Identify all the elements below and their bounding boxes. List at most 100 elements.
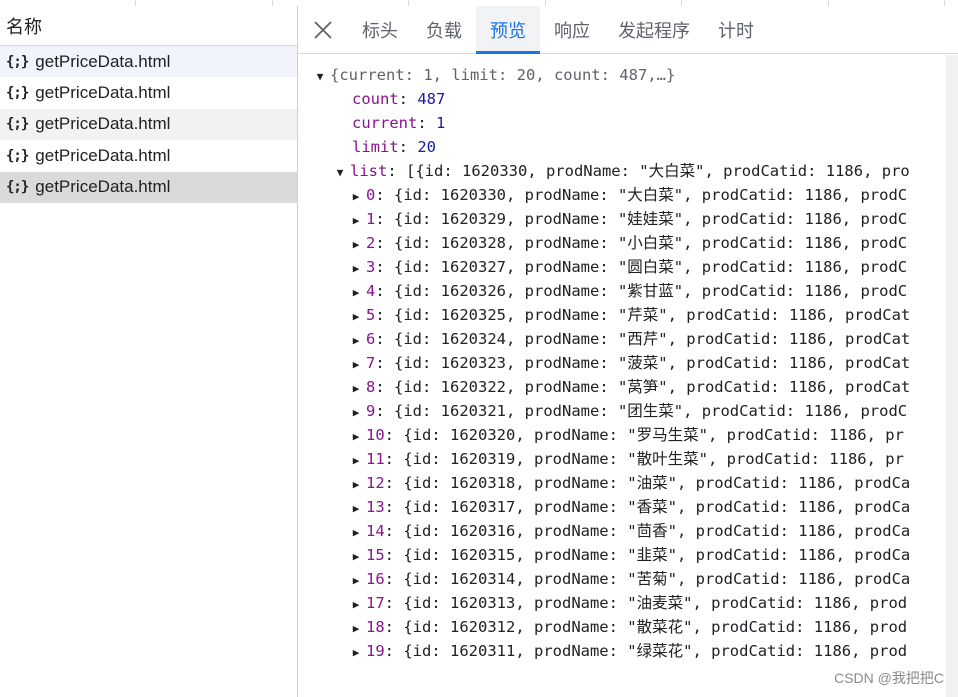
item-index: 4 bbox=[366, 282, 376, 300]
item-summary: {id: 1620324, prodName: "西芹", prodCatid:… bbox=[394, 330, 911, 348]
item-index: 1 bbox=[366, 210, 376, 228]
item-index: 9 bbox=[366, 402, 376, 420]
json-list-item-row[interactable]: ▶ 9: {id: 1620321, prodName: "团生菜", prodC… bbox=[348, 399, 907, 423]
watermark: CSDN @我把把C bbox=[834, 670, 944, 686]
json-list-item-row[interactable]: ▶ 5: {id: 1620325, prodName: "芹菜", prodCa… bbox=[348, 303, 911, 329]
json-list-item-row[interactable]: ▶ 13: {id: 1620317, prodName: "香菜", prodC… bbox=[348, 495, 911, 521]
expanded-triangle-icon[interactable]: ▼ bbox=[312, 65, 328, 89]
json-list-item-row[interactable]: ▶ 4: {id: 1620326, prodName: "紫甘蓝", prodC… bbox=[348, 279, 907, 303]
json-list-item-row[interactable]: ▶ 16: {id: 1620314, prodName: "苦菊", prodC… bbox=[348, 567, 911, 593]
item-summary: {id: 1620313, prodName: "油麦菜", prodCatid… bbox=[403, 594, 908, 612]
json-root-row[interactable]: ▼ {current: 1, limit: 20, count: 487,…} bbox=[312, 63, 676, 89]
item-index: 5 bbox=[366, 306, 376, 324]
collapsed-triangle-icon[interactable]: ▶ bbox=[348, 209, 364, 233]
json-row-list[interactable]: ▼ list: [{id: 1620330, prodName: "大白菜", p… bbox=[332, 159, 910, 183]
name-column-header[interactable]: 名称 bbox=[0, 6, 297, 46]
key-separator: : bbox=[384, 570, 404, 588]
tab-initiator[interactable]: 发起程序 bbox=[604, 6, 704, 54]
tab-timing[interactable]: 计时 bbox=[704, 6, 768, 54]
collapsed-triangle-icon[interactable]: ▶ bbox=[348, 401, 364, 425]
json-file-icon: {;} bbox=[6, 116, 29, 133]
key-separator: : bbox=[375, 330, 395, 348]
collapsed-triangle-icon[interactable]: ▶ bbox=[348, 617, 364, 641]
item-index: 16 bbox=[366, 570, 385, 588]
expanded-triangle-icon[interactable]: ▼ bbox=[332, 161, 348, 185]
item-summary: {id: 1620311, prodName: "绿菜花", prodCatid… bbox=[403, 642, 908, 660]
json-list-item-row[interactable]: ▶ 12: {id: 1620318, prodName: "油菜", prodC… bbox=[348, 471, 911, 497]
request-item[interactable]: {;} getPriceData.html bbox=[0, 108, 297, 141]
key-separator: : bbox=[375, 210, 395, 228]
item-summary: {id: 1620322, prodName: "莴笋", prodCatid:… bbox=[394, 378, 911, 396]
json-list-item-row[interactable]: ▶ 15: {id: 1620315, prodName: "韭菜", prodC… bbox=[348, 543, 911, 569]
json-list-item-row[interactable]: ▶ 11: {id: 1620319, prodName: "散叶生菜", pro… bbox=[348, 447, 904, 471]
item-summary: {id: 1620326, prodName: "紫甘蓝", prodCatid… bbox=[394, 282, 908, 300]
key-separator: : bbox=[384, 522, 404, 540]
item-summary: {id: 1620317, prodName: "香菜", prodCatid:… bbox=[403, 498, 911, 516]
request-name: getPriceData.html bbox=[35, 114, 171, 134]
key-separator: : bbox=[384, 546, 404, 564]
item-summary: {id: 1620314, prodName: "苦菊", prodCatid:… bbox=[403, 570, 911, 588]
json-list-item-row[interactable]: ▶ 10: {id: 1620320, prodName: "罗马生菜", pro… bbox=[348, 423, 904, 447]
item-index: 3 bbox=[366, 258, 376, 276]
json-list-item-row[interactable]: ▶ 18: {id: 1620312, prodName: "散菜花", prod… bbox=[348, 615, 907, 639]
collapsed-triangle-icon[interactable]: ▶ bbox=[348, 497, 364, 521]
json-list-item-row[interactable]: ▶ 0: {id: 1620330, prodName: "大白菜", prodC… bbox=[348, 183, 907, 207]
request-item[interactable]: {;} getPriceData.html bbox=[0, 46, 297, 78]
collapsed-triangle-icon[interactable]: ▶ bbox=[348, 449, 364, 473]
collapsed-triangle-icon[interactable]: ▶ bbox=[348, 545, 364, 569]
request-name: getPriceData.html bbox=[35, 177, 171, 197]
json-list-item-row[interactable]: ▶ 2: {id: 1620328, prodName: "小白菜", prodC… bbox=[348, 231, 907, 255]
request-item[interactable]: {;} getPriceData.html bbox=[0, 77, 297, 108]
item-summary: {id: 1620323, prodName: "菠菜", prodCatid:… bbox=[394, 354, 911, 372]
key-separator: : bbox=[375, 378, 395, 396]
json-row-count: count: 487 bbox=[352, 90, 446, 108]
key-separator: : bbox=[384, 594, 404, 612]
item-summary: {id: 1620315, prodName: "韭菜", prodCatid:… bbox=[403, 546, 911, 564]
json-list-item-row[interactable]: ▶ 8: {id: 1620322, prodName: "莴笋", prodCa… bbox=[348, 375, 911, 401]
request-item-selected[interactable]: {;} getPriceData.html bbox=[0, 171, 297, 203]
json-list-item-row[interactable]: ▶ 19: {id: 1620311, prodName: "绿菜花", prod… bbox=[348, 639, 907, 663]
tab-payload[interactable]: 负载 bbox=[412, 6, 476, 54]
vertical-scrollbar[interactable] bbox=[946, 55, 958, 697]
item-index: 11 bbox=[366, 450, 385, 468]
close-icon[interactable] bbox=[298, 6, 348, 54]
item-index: 2 bbox=[366, 234, 376, 252]
collapsed-triangle-icon[interactable]: ▶ bbox=[348, 329, 364, 353]
collapsed-triangle-icon[interactable]: ▶ bbox=[348, 473, 364, 497]
item-index: 15 bbox=[366, 546, 385, 564]
json-file-icon: {;} bbox=[6, 85, 29, 102]
json-file-icon: {;} bbox=[6, 53, 29, 70]
item-summary: {id: 1620321, prodName: "团生菜", prodCatid… bbox=[394, 402, 908, 420]
collapsed-triangle-icon[interactable]: ▶ bbox=[348, 377, 364, 401]
collapsed-triangle-icon[interactable]: ▶ bbox=[348, 521, 364, 545]
item-summary: {id: 1620330, prodName: "大白菜", prodCatid… bbox=[394, 186, 908, 204]
json-list-item-row[interactable]: ▶ 1: {id: 1620329, prodName: "娃娃菜", prodC… bbox=[348, 207, 907, 231]
collapsed-triangle-icon[interactable]: ▶ bbox=[348, 593, 364, 617]
collapsed-triangle-icon[interactable]: ▶ bbox=[348, 281, 364, 305]
tab-preview[interactable]: 预览 bbox=[476, 5, 540, 54]
collapsed-triangle-icon[interactable]: ▶ bbox=[348, 353, 364, 377]
collapsed-triangle-icon[interactable]: ▶ bbox=[348, 185, 364, 209]
key-separator: : bbox=[375, 282, 395, 300]
collapsed-triangle-icon[interactable]: ▶ bbox=[348, 233, 364, 257]
json-list-item-row[interactable]: ▶ 14: {id: 1620316, prodName: "茴香", prodC… bbox=[348, 519, 911, 545]
key-separator: : bbox=[384, 498, 404, 516]
collapsed-triangle-icon[interactable]: ▶ bbox=[348, 257, 364, 281]
key-separator: : bbox=[375, 306, 395, 324]
item-index: 10 bbox=[366, 426, 385, 444]
collapsed-triangle-icon[interactable]: ▶ bbox=[348, 425, 364, 449]
collapsed-triangle-icon[interactable]: ▶ bbox=[348, 569, 364, 593]
tab-response[interactable]: 响应 bbox=[540, 6, 604, 54]
collapsed-triangle-icon[interactable]: ▶ bbox=[348, 641, 364, 665]
collapsed-triangle-icon[interactable]: ▶ bbox=[348, 305, 364, 329]
json-row-limit: limit: 20 bbox=[352, 138, 437, 156]
json-list-item-row[interactable]: ▶ 3: {id: 1620327, prodName: "圆白菜", prodC… bbox=[348, 255, 907, 279]
key-separator: : bbox=[375, 402, 395, 420]
json-list-item-row[interactable]: ▶ 6: {id: 1620324, prodName: "西芹", prodCa… bbox=[348, 327, 911, 353]
request-item[interactable]: {;} getPriceData.html bbox=[0, 140, 297, 171]
item-summary: {id: 1620312, prodName: "散菜花", prodCatid… bbox=[403, 618, 908, 636]
json-list-item-row[interactable]: ▶ 17: {id: 1620313, prodName: "油麦菜", prod… bbox=[348, 591, 907, 615]
tab-headers[interactable]: 标头 bbox=[348, 6, 412, 54]
json-list-item-row[interactable]: ▶ 7: {id: 1620323, prodName: "菠菜", prodCa… bbox=[348, 351, 911, 377]
item-summary: {id: 1620319, prodName: "散叶生菜", prodCati… bbox=[403, 450, 904, 468]
